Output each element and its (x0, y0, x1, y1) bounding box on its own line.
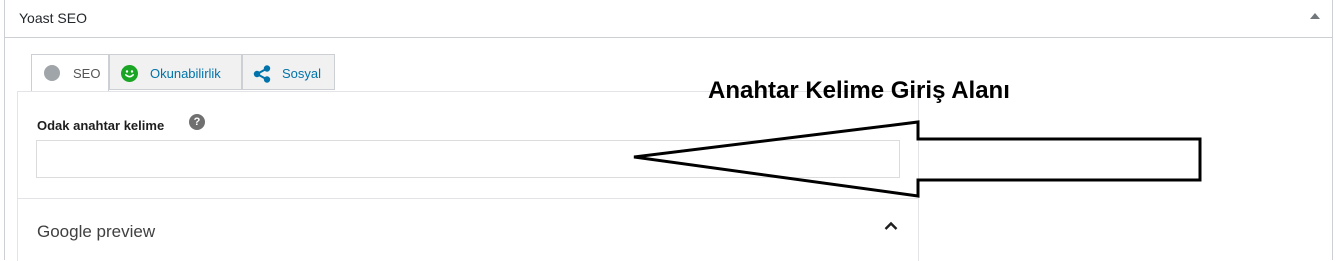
annotation-arrow (633, 120, 1202, 198)
annotation-label: Anahtar Kelime Giriş Alanı (708, 77, 1010, 104)
